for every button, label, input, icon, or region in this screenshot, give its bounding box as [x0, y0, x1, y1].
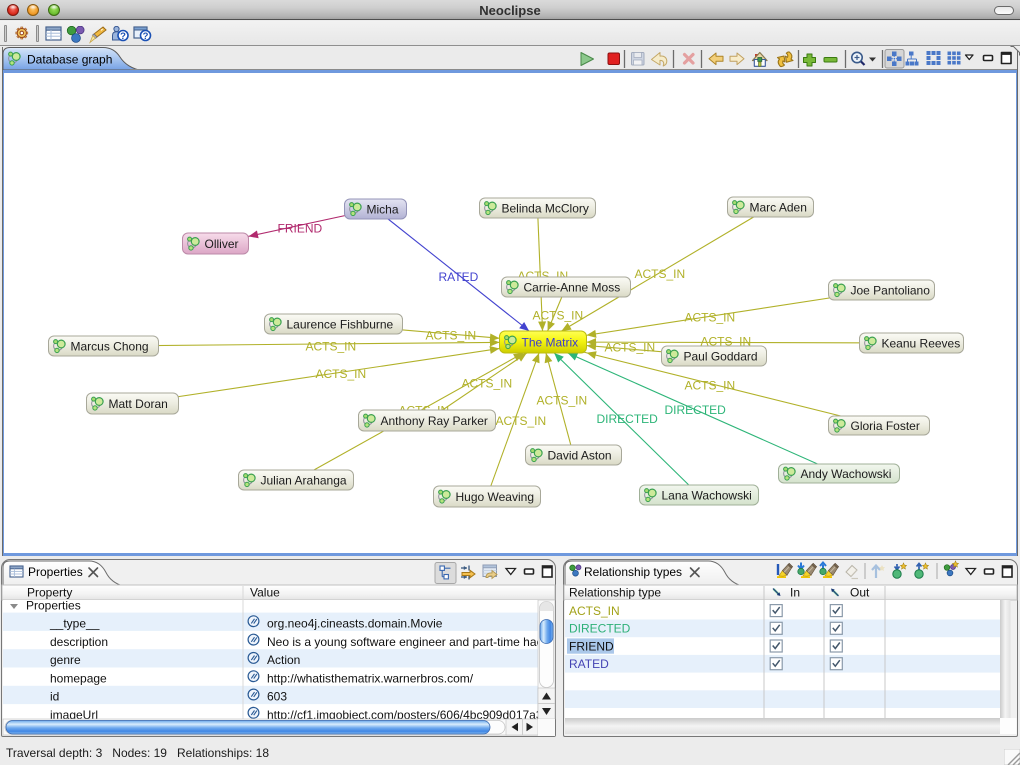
svg-text:Laurence Fishburne: Laurence Fishburne	[286, 318, 393, 332]
svg-text:?: ?	[143, 31, 149, 42]
svg-text:Olliver: Olliver	[204, 237, 238, 251]
svg-text:Anthony Ray Parker: Anthony Ray Parker	[380, 414, 487, 428]
svg-text:Andy Wachowski: Andy Wachowski	[800, 467, 891, 481]
svg-text:org.neo4j.cineasts.domain.Movi: org.neo4j.cineasts.domain.Movie	[267, 617, 443, 631]
svg-text:http://whatisthematrix.warnerb: http://whatisthematrix.warnerbros.com/	[267, 671, 474, 685]
svg-text:Micha: Micha	[366, 203, 398, 217]
svg-text:Paul Goddard: Paul Goddard	[683, 350, 757, 364]
svg-text:The Matrix: The Matrix	[521, 336, 578, 350]
svg-text:Joe Pantoliano: Joe Pantoliano	[850, 284, 930, 298]
svg-text:genre: genre	[50, 653, 81, 667]
svg-text:Property: Property	[27, 586, 72, 600]
svg-text:ACTS_IN: ACTS_IN	[684, 379, 735, 393]
svg-text:ACTS_IN: ACTS_IN	[315, 367, 366, 381]
svg-text:603: 603	[267, 690, 287, 704]
svg-text:Relationship types: Relationship types	[584, 565, 682, 579]
svg-text:ACTS_IN: ACTS_IN	[536, 394, 587, 408]
svg-text:id: id	[50, 690, 59, 704]
svg-text:Database graph: Database graph	[27, 53, 112, 67]
svg-text:Neo is a young software engine: Neo is a young software engineer and par…	[267, 635, 556, 649]
svg-text:Marc Aden: Marc Aden	[749, 201, 806, 215]
svg-text:Properties: Properties	[28, 565, 83, 579]
svg-text:Hugo Weaving: Hugo Weaving	[455, 490, 534, 504]
svg-text:ACTS_IN: ACTS_IN	[532, 309, 583, 323]
svg-text:FRIEND: FRIEND	[277, 222, 322, 236]
svg-text:ACTS_IN: ACTS_IN	[305, 340, 356, 354]
svg-text:Relationship type: Relationship type	[569, 586, 661, 600]
svg-text:DIRECTED: DIRECTED	[569, 622, 631, 636]
svg-text:Value: Value	[250, 586, 280, 600]
svg-text:DIRECTED: DIRECTED	[664, 403, 726, 417]
svg-text:RATED: RATED	[569, 657, 609, 671]
svg-text:DIRECTED: DIRECTED	[596, 412, 658, 426]
svg-text:description: description	[50, 635, 108, 649]
svg-text:Carrie-Anne Moss: Carrie-Anne Moss	[523, 281, 620, 295]
svg-text:Out: Out	[850, 586, 870, 600]
svg-text:Keanu Reeves: Keanu Reeves	[881, 337, 960, 351]
svg-text:__type__: __type__	[49, 617, 100, 631]
svg-text:In: In	[790, 586, 800, 600]
svg-text:ACTS_IN: ACTS_IN	[461, 377, 512, 391]
svg-text:ACTS_IN: ACTS_IN	[684, 311, 735, 325]
svg-text:ACTS_IN: ACTS_IN	[634, 267, 685, 281]
svg-text:homepage: homepage	[50, 671, 107, 685]
svg-text:David Aston: David Aston	[547, 449, 611, 463]
svg-text:FRIEND: FRIEND	[569, 639, 614, 653]
svg-text:Marcus Chong: Marcus Chong	[70, 340, 148, 354]
svg-text:RATED: RATED	[438, 270, 478, 284]
svg-text:?: ?	[120, 31, 126, 42]
svg-text:Belinda McClory: Belinda McClory	[501, 202, 588, 216]
svg-text:Julian Arahanga: Julian Arahanga	[260, 474, 346, 488]
svg-text:ACTS_IN: ACTS_IN	[569, 604, 620, 618]
svg-text:Action: Action	[267, 653, 300, 667]
svg-text:Gloria Foster: Gloria Foster	[850, 419, 919, 433]
svg-text:ACTS_IN: ACTS_IN	[495, 414, 546, 428]
svg-text:Lana Wachowski: Lana Wachowski	[661, 489, 751, 503]
svg-text:Matt Doran: Matt Doran	[108, 397, 167, 411]
svg-text:ACTS_IN: ACTS_IN	[425, 329, 476, 343]
svg-text:Properties: Properties	[26, 599, 81, 613]
svg-text:ACTS_IN: ACTS_IN	[604, 341, 655, 355]
